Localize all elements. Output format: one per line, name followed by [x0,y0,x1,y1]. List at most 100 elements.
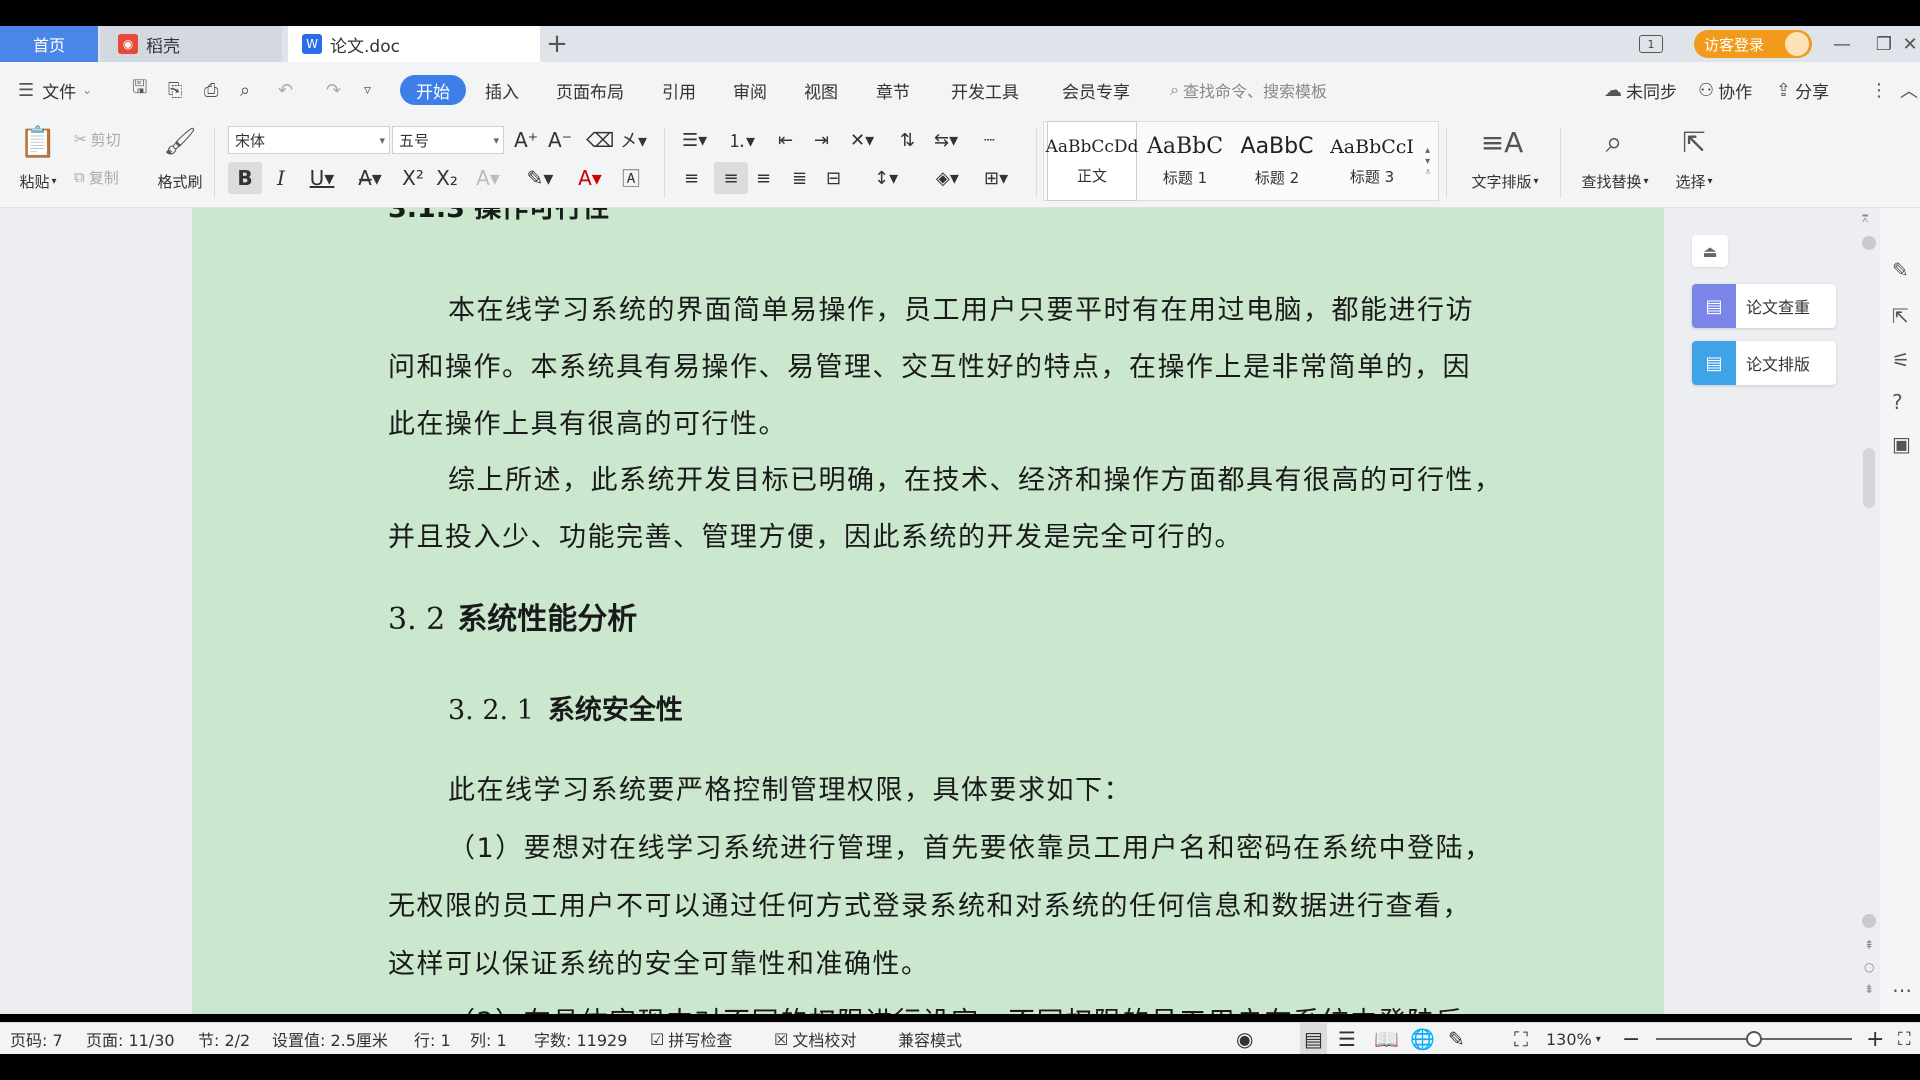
align-right-icon[interactable]: ≡ [756,162,771,194]
tab-daoke[interactable]: ◉ 稻壳 [100,26,282,62]
numbering-icon[interactable]: ⒈▾ [728,126,755,154]
increase-indent-icon[interactable]: ⇥ [814,126,829,154]
new-tab-button[interactable]: + [544,26,570,62]
status-setting[interactable]: 设置值: 2.5厘米 [272,1023,388,1055]
font-size-select[interactable]: 五号 [392,126,504,154]
outline-view-icon[interactable]: ☰ [1338,1023,1356,1055]
align-center-icon[interactable]: ≡ [714,162,748,194]
zoom-in-icon[interactable]: + [1866,1023,1884,1055]
status-page-number[interactable]: 页码: 7 [10,1023,63,1055]
adjust-icon[interactable]: ⚟ [1892,348,1910,372]
format-painter-icon[interactable]: 🖌 [152,122,208,162]
status-section[interactable]: 节: 2/2 [198,1023,250,1055]
restore-button[interactable]: ❐ [1864,26,1904,62]
collab-button[interactable]: ⚇ 协作 [1698,62,1752,118]
prev-page-icon[interactable]: ⇞ [1864,938,1874,952]
shading-icon[interactable]: ◈▾ [936,162,959,194]
help-icon[interactable]: ? [1892,390,1903,414]
spell-check-button[interactable]: ☑ 拼写检查 [650,1023,732,1055]
tab-chapter[interactable]: 章节 [876,62,910,118]
file-menu[interactable]: ☰ 文件 ⌄ [18,62,92,118]
quick-access-more-icon[interactable]: ▿ [364,62,371,118]
distribute-icon[interactable]: ⊟ [826,162,841,194]
scroll-down-icon[interactable] [1862,914,1876,928]
text-layout-icon[interactable]: ≡A [1470,122,1534,162]
window-layout-button[interactable]: 1 [1636,26,1666,62]
redo-icon[interactable]: ↷ [326,62,341,118]
tab-dev-tools[interactable]: 开发工具 [951,62,1019,118]
clear-format-icon[interactable]: ⌫ [586,126,614,154]
select-button[interactable]: 选择 ▾ [1664,166,1724,196]
tab-page-layout[interactable]: 页面布局 [556,62,624,118]
document-page[interactable]: 3.1.3 操作可行性 本在线学习系统的界面简单易操作，员工用户只要平时有在用过… [192,208,1664,1014]
pointer-icon[interactable]: ⇱ [1892,304,1909,328]
tab-start[interactable]: 开始 [400,75,466,105]
superscript-icon[interactable]: X² [398,162,428,194]
guest-login-button[interactable]: 访客登录 [1694,30,1812,58]
share-button[interactable]: ⇪ 分享 [1776,62,1829,118]
status-row[interactable]: 行: 1 [414,1023,451,1055]
next-page-icon[interactable]: ⇟ [1864,982,1874,996]
justify-icon[interactable]: ≣ [792,162,807,194]
copy-button[interactable]: ⧉ 复制 [74,162,119,192]
print-preview-icon[interactable]: ⌕ [240,62,250,118]
eye-protect-icon[interactable]: ◉ [1236,1023,1253,1055]
italic-icon[interactable]: I [266,162,296,194]
web-view-icon[interactable]: 🌐 [1410,1023,1435,1055]
doc-proof-button[interactable]: ☒ 文档校对 [774,1023,856,1055]
print-icon[interactable]: ⎙ [204,62,218,118]
fit-page-icon[interactable]: ⛶ [1514,1023,1528,1055]
find-replace-icon[interactable]: ⌕ [1582,122,1646,162]
tab-home[interactable]: 首页 [0,26,98,62]
shrink-font-icon[interactable]: A⁻ [548,126,572,154]
sort-icon[interactable]: ⇅ [900,126,915,154]
more-tools-icon[interactable]: ⋯ [1892,978,1912,1002]
borders-icon[interactable]: ⊞▾ [984,162,1008,194]
write-view-icon[interactable]: ✎ [1448,1023,1465,1055]
font-name-select[interactable]: 宋体 [228,126,390,154]
underline-icon[interactable]: U▾ [300,162,344,194]
minimize-button[interactable]: — [1822,26,1862,62]
scroll-top-icon[interactable]: ⩞ [1862,214,1868,225]
style-heading-3[interactable]: AaBbCcI 标题 3 [1324,121,1420,201]
image-icon[interactable]: ▣ [1892,432,1911,456]
tab-view[interactable]: 视图 [804,62,838,118]
char-border-icon[interactable]: 🄰 [616,162,646,194]
export-icon[interactable]: ⎘ [168,62,182,118]
style-normal[interactable]: AaBbCcDd 正文 [1046,121,1138,201]
close-button[interactable]: ✕ [1900,26,1920,62]
font-color-icon[interactable]: A▾ [570,162,610,194]
tab-review[interactable]: 审阅 [733,62,767,118]
show-hide-icon[interactable]: ⇆▾ [934,126,958,154]
format-painter-button[interactable]: 格式刷 [148,166,212,196]
page-view-icon[interactable]: ▤ [1300,1023,1327,1055]
more-options-icon[interactable]: ⋮ [1870,62,1888,118]
fullscreen-icon[interactable]: ⛶ [1898,1023,1911,1055]
decrease-indent-icon[interactable]: ⇤ [778,126,793,154]
tab-document[interactable]: W 论文.doc [288,26,540,62]
status-col[interactable]: 列: 1 [470,1023,507,1055]
undo-icon[interactable]: ↶ [278,62,293,118]
tab-references[interactable]: 引用 [662,62,696,118]
find-replace-button[interactable]: 查找替换 ▾ [1572,166,1658,196]
command-search[interactable]: ⌕ 查找命令、搜索模板 [1170,62,1327,118]
line-spacing-icon[interactable]: ↕▾ [874,162,898,194]
bold-icon[interactable]: B [228,162,262,194]
status-word-count[interactable]: 字数: 11929 [534,1023,627,1055]
sync-button[interactable]: ☁ 未同步 [1604,62,1677,118]
select-cursor-icon[interactable]: ⇱ [1666,122,1722,162]
align-left-icon[interactable]: ≡ [684,162,699,194]
subscript-icon[interactable]: X₂ [432,162,462,194]
status-page[interactable]: 页面: 11/30 [86,1023,175,1055]
bullets-icon[interactable]: ☰▾ [682,126,707,154]
collapse-ribbon-icon[interactable]: ︿ [1900,62,1918,118]
zoom-select[interactable]: 130% ▾ [1546,1023,1601,1055]
read-view-icon[interactable]: 📖 [1374,1023,1399,1055]
styles-scroll-icon[interactable]: ▴ ▾ ⩡ [1420,126,1436,196]
vertical-scrollbar[interactable]: ⩞ ⇞ ○ ⇟ [1858,208,1880,1014]
phonetic-guide-icon[interactable]: 㐅▾ [620,126,647,154]
zoom-slider-knob[interactable] [1746,1031,1762,1047]
highlight-icon[interactable]: ✎▾ [518,162,562,194]
chinese-layout-icon[interactable]: ✕▾ [850,126,874,154]
pen-icon[interactable]: ✎ [1892,258,1909,282]
